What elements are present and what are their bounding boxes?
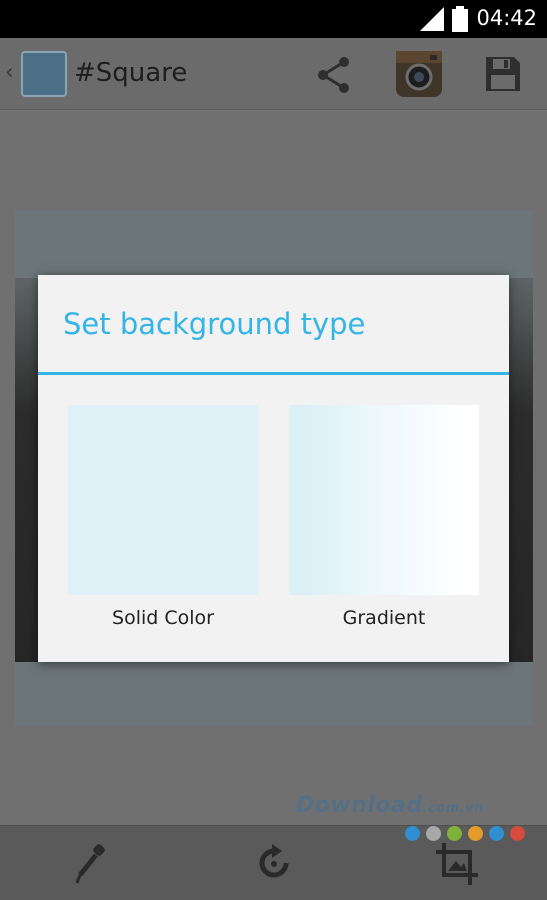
status-bar: 04:42 (0, 0, 547, 38)
app-bar: ‹ #Square (0, 38, 547, 110)
eyedropper-icon[interactable] (74, 843, 108, 885)
dot (489, 826, 504, 841)
dot (426, 826, 441, 841)
battery-icon (452, 6, 468, 32)
rotate-icon[interactable] (256, 843, 292, 883)
dot (468, 826, 483, 841)
back-icon[interactable]: ‹ (5, 60, 14, 85)
dialog-divider (38, 372, 509, 375)
background-type-dialog: Set background type Solid Color Gradient (38, 275, 509, 662)
gradient-option[interactable]: Gradient (289, 405, 479, 629)
instagram-icon[interactable] (396, 51, 442, 97)
gradient-swatch[interactable] (289, 405, 479, 595)
dialog-title: Set background type (63, 307, 366, 341)
crop-icon[interactable] (436, 843, 478, 885)
solid-color-swatch[interactable] (68, 405, 258, 595)
share-icon[interactable] (314, 56, 354, 94)
gradient-label: Gradient (342, 607, 426, 629)
watermark-dots (405, 826, 525, 841)
signal-icon (420, 7, 444, 31)
watermark-suffix: .com.vn (422, 801, 484, 816)
app-title: #Square (74, 58, 188, 88)
watermark-text: Download (296, 793, 423, 818)
solid-color-label: Solid Color (112, 607, 214, 629)
watermark: Download.com.vn (296, 793, 484, 818)
dot (510, 826, 525, 841)
dot (447, 826, 462, 841)
app-icon[interactable] (21, 51, 67, 97)
status-time: 04:42 (476, 6, 537, 30)
solid-color-option[interactable]: Solid Color (68, 405, 258, 629)
save-icon[interactable] (484, 55, 522, 93)
dot (405, 826, 420, 841)
